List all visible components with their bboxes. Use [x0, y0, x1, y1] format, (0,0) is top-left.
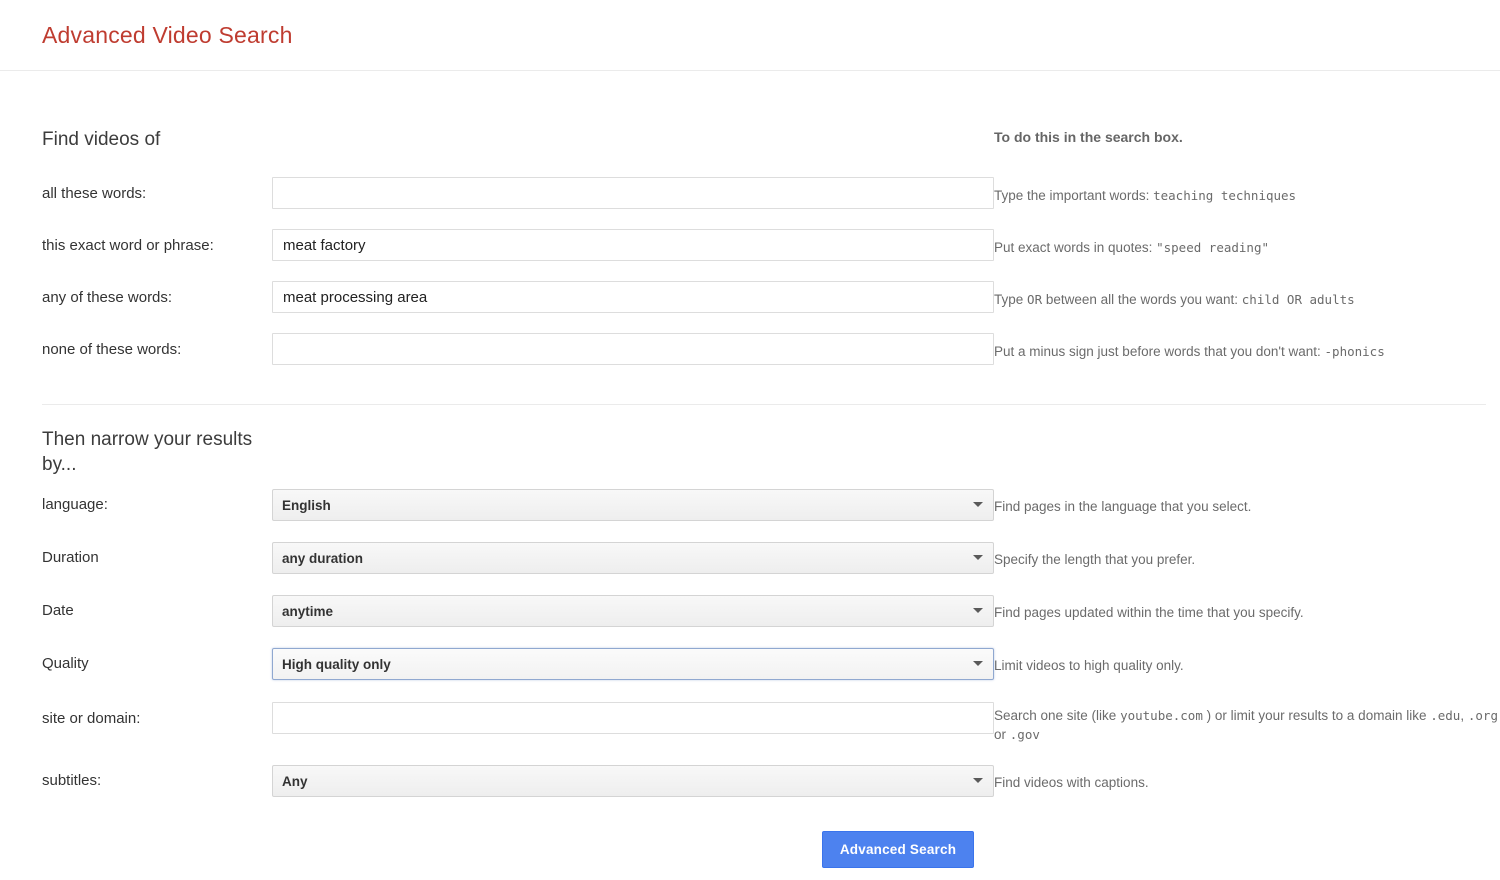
- help-none-of-these-words: Put a minus sign just before words that …: [994, 333, 1500, 361]
- row-none-of-these-words: none of these words: Put a minus sign ju…: [0, 333, 1500, 365]
- any-of-these-words-input[interactable]: [272, 281, 994, 313]
- date-select-wrapper[interactable]: anytimepast 24 hourspast weekpast monthp…: [272, 595, 994, 627]
- duration-select-wrapper[interactable]: any durationshort (less than 4 minutes)m…: [272, 542, 994, 574]
- field-none-of-these-words: [272, 333, 994, 365]
- submit-field: Advanced Search: [272, 831, 994, 868]
- help-column-heading: To do this in the search box.: [994, 127, 1500, 152]
- duration-select[interactable]: any durationshort (less than 4 minutes)m…: [272, 542, 994, 574]
- label-site-or-domain: site or domain:: [42, 702, 272, 728]
- help-code-org: .org: [1468, 708, 1498, 723]
- field-quality: All videosHigh quality only: [272, 648, 994, 680]
- help-code-sample: "speed reading": [1156, 240, 1269, 255]
- field-date: anytimepast 24 hourspast weekpast monthp…: [272, 595, 994, 627]
- all-these-words-input[interactable]: [272, 177, 994, 209]
- help-duration: Specify the length that you prefer.: [994, 542, 1500, 569]
- main-content: Find videos of To do this in the search …: [0, 127, 1500, 868]
- help-code-edu: .edu: [1430, 708, 1460, 723]
- field-language: any languageEnglishArabicBulgarianCatala…: [272, 489, 994, 521]
- row-date: Date anytimepast 24 hourspast weekpast m…: [0, 595, 1500, 627]
- none-of-these-words-input[interactable]: [272, 333, 994, 365]
- row-exact-word-or-phrase: this exact word or phrase: Put exact wor…: [0, 229, 1500, 261]
- label-any-of-these-words: any of these words:: [42, 281, 272, 307]
- help-any-of-these-words: Type OR between all the words you want: …: [994, 281, 1500, 309]
- label-subtitles: subtitles:: [42, 765, 272, 790]
- help-text-or: or: [994, 727, 1006, 742]
- spacer-field: [272, 127, 994, 152]
- help-text-prefix: Put a minus sign just before words that …: [994, 344, 1321, 359]
- help-code-sample: -phonics: [1325, 344, 1385, 359]
- field-all-these-words: [272, 177, 994, 209]
- row-quality: Quality All videosHigh quality only Limi…: [0, 648, 1500, 680]
- field-any-of-these-words: [272, 281, 994, 313]
- help-text-prefix: Put exact words in quotes:: [994, 240, 1152, 255]
- help-date: Find pages updated within the time that …: [994, 595, 1500, 622]
- row-any-of-these-words: any of these words: Type OR between all …: [0, 281, 1500, 313]
- submit-row: Advanced Search: [0, 831, 1500, 868]
- label-exact-word-or-phrase: this exact word or phrase:: [42, 229, 272, 255]
- advanced-search-button[interactable]: Advanced Search: [822, 831, 974, 868]
- section-find-videos-heading: Find videos of: [42, 127, 272, 152]
- subtitles-select-wrapper[interactable]: AnyClosed captioned: [272, 765, 994, 797]
- field-exact-word-or-phrase: [272, 229, 994, 261]
- subtitles-select[interactable]: AnyClosed captioned: [272, 765, 994, 797]
- help-text-prefix: Type the important words:: [994, 188, 1149, 203]
- help-comma: ,: [1460, 708, 1464, 723]
- help-language: Find pages in the language that you sele…: [994, 489, 1500, 516]
- help-text-prefix: Search one site (like: [994, 708, 1116, 723]
- help-code-sample: child OR adults: [1242, 292, 1355, 307]
- field-duration: any durationshort (less than 4 minutes)m…: [272, 542, 994, 574]
- page-header: Advanced Video Search: [0, 0, 1500, 71]
- section-narrow-results-heading: Then narrow your results by...: [42, 427, 272, 477]
- label-all-these-words: all these words:: [42, 177, 272, 203]
- help-all-these-words: Type the important words: teaching techn…: [994, 177, 1500, 205]
- language-select[interactable]: any languageEnglishArabicBulgarianCatala…: [272, 489, 994, 521]
- row-subtitles: subtitles: AnyClosed captioned Find vide…: [0, 765, 1500, 797]
- section-find-videos-header: Find videos of To do this in the search …: [0, 127, 1500, 152]
- exact-word-or-phrase-input[interactable]: [272, 229, 994, 261]
- site-or-domain-input[interactable]: [272, 702, 994, 734]
- help-subtitles: Find videos with captions.: [994, 765, 1500, 792]
- section-divider: [42, 404, 1486, 405]
- help-code-sample: teaching techniques: [1153, 188, 1296, 203]
- help-code-gov: .gov: [1010, 727, 1040, 742]
- help-code-operator: OR: [1027, 292, 1042, 307]
- help-text-prefix: Type: [994, 292, 1023, 307]
- date-select[interactable]: anytimepast 24 hourspast weekpast monthp…: [272, 595, 994, 627]
- label-none-of-these-words: none of these words:: [42, 333, 272, 359]
- page-title: Advanced Video Search: [42, 24, 293, 47]
- help-text-mid: ) or limit your results to a domain like: [1207, 708, 1427, 723]
- row-site-or-domain: site or domain: Search one site (like yo…: [0, 702, 1500, 744]
- submit-spacer-help: [994, 831, 1500, 868]
- help-code-site: youtube.com: [1120, 708, 1203, 723]
- row-duration: Duration any durationshort (less than 4 …: [0, 542, 1500, 574]
- quality-select[interactable]: All videosHigh quality only: [272, 648, 994, 680]
- submit-spacer-label: [42, 831, 272, 868]
- section-narrow-results-header: Then narrow your results by...: [0, 427, 1500, 477]
- label-language: language:: [42, 489, 272, 514]
- row-all-these-words: all these words: Type the important word…: [0, 177, 1500, 209]
- help-text-mid: between all the words you want:: [1046, 292, 1238, 307]
- language-select-wrapper[interactable]: any languageEnglishArabicBulgarianCatala…: [272, 489, 994, 521]
- row-language: language: any languageEnglishArabicBulga…: [0, 489, 1500, 521]
- label-quality: Quality: [42, 648, 272, 673]
- label-duration: Duration: [42, 542, 272, 567]
- help-quality: Limit videos to high quality only.: [994, 648, 1500, 675]
- field-site-or-domain: [272, 702, 994, 734]
- label-date: Date: [42, 595, 272, 620]
- help-exact-word-or-phrase: Put exact words in quotes: "speed readin…: [994, 229, 1500, 257]
- help-site-or-domain: Search one site (like youtube.com ) or l…: [994, 702, 1500, 744]
- field-subtitles: AnyClosed captioned: [272, 765, 994, 797]
- quality-select-wrapper[interactable]: All videosHigh quality only: [272, 648, 994, 680]
